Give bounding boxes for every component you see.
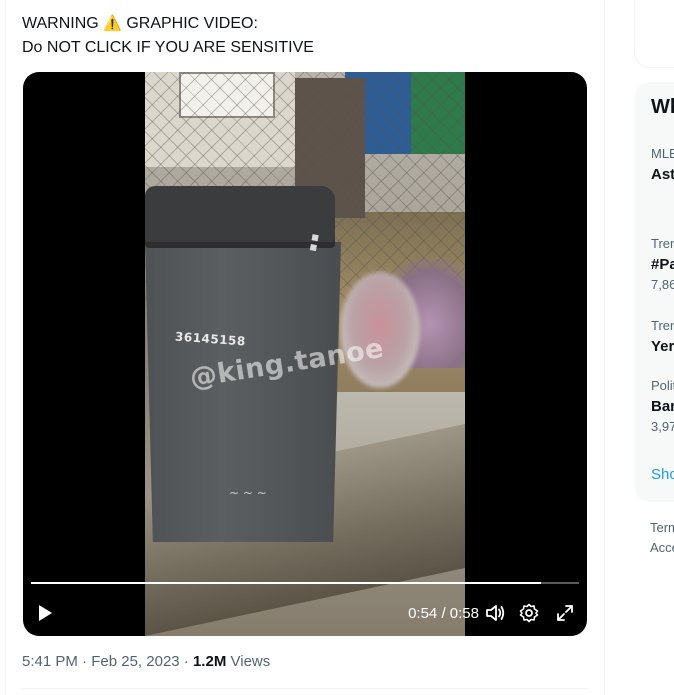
warning-icon: ⚠️ bbox=[103, 15, 122, 32]
trend-category: MLE bbox=[651, 146, 674, 161]
trend-category: Tren bbox=[651, 236, 674, 251]
views-label: Views bbox=[230, 653, 271, 670]
video-player[interactable]: 36145158 ■ ■ ~ ~ ~ @king.tanoe 0:54 / 0:… bbox=[23, 72, 587, 636]
duration: 0:58 bbox=[449, 604, 479, 622]
sidebar-card-top bbox=[634, 0, 674, 68]
play-button[interactable] bbox=[33, 596, 57, 630]
fullscreen-icon bbox=[557, 605, 573, 621]
sensitive-notice: Do NOT CLICK IF YOU ARE SENSITIVE bbox=[22, 39, 314, 56]
tweet-meta: 5:41 PM · Feb 25, 2023 · 1.2M Views bbox=[22, 652, 270, 672]
warning-word: WARNING bbox=[22, 15, 99, 32]
trend-name: Bar bbox=[651, 398, 674, 415]
views-count: 1.2M bbox=[192, 653, 227, 670]
divider bbox=[22, 688, 588, 689]
graphic-video-text: GRAPHIC VIDEO: bbox=[126, 15, 258, 32]
play-icon bbox=[39, 605, 52, 621]
trend-item[interactable]: Tren #Pa 7,86 bbox=[651, 236, 674, 292]
time-separator: / bbox=[441, 604, 446, 622]
fullscreen-button[interactable] bbox=[553, 596, 577, 630]
trend-name: Yer bbox=[651, 338, 674, 355]
video-progress-fill bbox=[31, 582, 542, 584]
meta-separator: · bbox=[183, 653, 189, 670]
meta-separator: · bbox=[82, 653, 88, 670]
censor-blur bbox=[340, 272, 420, 388]
gear-icon bbox=[519, 603, 539, 623]
volume-button[interactable] bbox=[483, 596, 507, 630]
video-frame[interactable]: 36145158 ■ ■ ~ ~ ~ @king.tanoe bbox=[145, 72, 465, 636]
main-column: WARNING ⚠️ GRAPHIC VIDEO: Do NOT CLICK I… bbox=[5, 0, 605, 695]
video-controls: 0:54 / 0:58 bbox=[23, 596, 587, 632]
trend-category: Polit bbox=[651, 378, 674, 393]
settings-button[interactable] bbox=[517, 596, 541, 630]
trends-panel: Wh MLE Ast Tren #Pa 7,86 Tren Yer Polit … bbox=[634, 82, 674, 502]
trend-name: Ast bbox=[651, 166, 674, 183]
tweet-time[interactable]: 5:41 PM bbox=[22, 653, 78, 670]
trend-name: #Pa bbox=[651, 256, 674, 273]
current-time: 0:54 bbox=[408, 604, 438, 622]
trend-item[interactable]: Polit Bar 3,97 bbox=[651, 378, 674, 434]
video-timestamp: 0:54 / 0:58 bbox=[408, 596, 479, 630]
trends-heading: Wh bbox=[651, 96, 674, 118]
trend-item[interactable]: MLE Ast bbox=[651, 146, 674, 183]
sidebar-footer: Term Acce bbox=[650, 518, 674, 558]
tweet-text: WARNING ⚠️ GRAPHIC VIDEO: Do NOT CLICK I… bbox=[22, 12, 314, 60]
tweet-date[interactable]: Feb 25, 2023 bbox=[91, 653, 179, 670]
bin-scrawl: ~ ~ ~ bbox=[229, 486, 267, 500]
volume-icon bbox=[486, 605, 505, 621]
trend-count: 3,97 bbox=[651, 419, 674, 434]
trend-item[interactable]: Tren Yer bbox=[651, 318, 674, 355]
footer-accessibility-link[interactable]: Acce bbox=[650, 538, 674, 558]
video-progress-bar[interactable] bbox=[31, 582, 579, 584]
trend-count: 7,86 bbox=[651, 277, 674, 292]
trend-category: Tren bbox=[651, 318, 674, 333]
footer-terms-link[interactable]: Term bbox=[650, 518, 674, 538]
show-more-link[interactable]: Sho bbox=[651, 466, 674, 483]
